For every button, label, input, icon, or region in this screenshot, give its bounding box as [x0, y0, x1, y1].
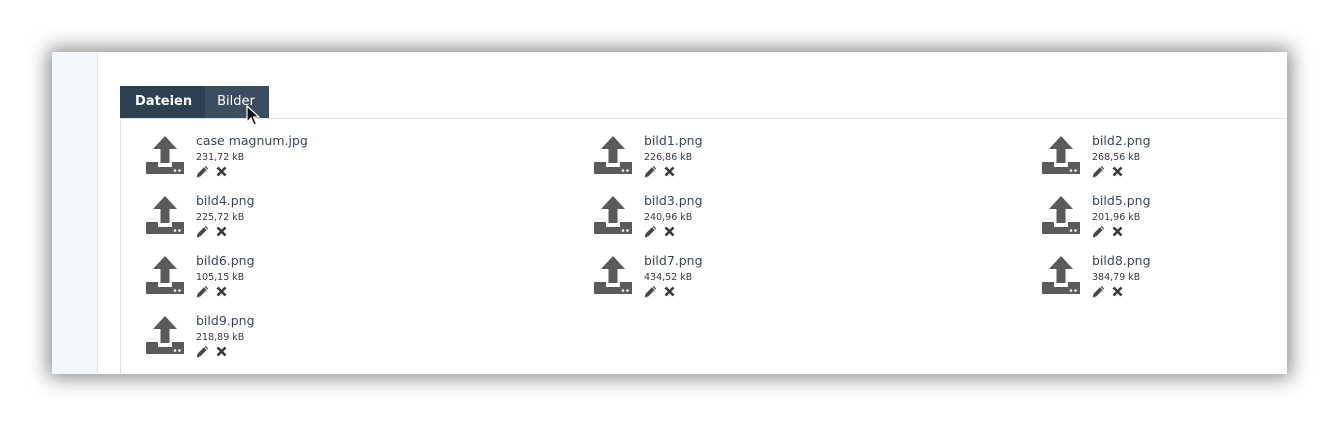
file-name[interactable]: bild3.png — [644, 193, 703, 208]
file-name[interactable]: bild1.png — [644, 133, 703, 148]
close-icon[interactable] — [1112, 286, 1123, 297]
file-info: bild2.png 268,56 kB — [1092, 132, 1151, 192]
close-icon[interactable] — [216, 166, 227, 177]
upload-icon[interactable] — [592, 134, 634, 176]
file-name[interactable]: bild8.png — [1092, 253, 1151, 268]
pencil-icon[interactable] — [196, 285, 209, 298]
upload-icon[interactable] — [144, 134, 186, 176]
file-actions — [1092, 165, 1151, 178]
file-actions — [196, 165, 308, 178]
file-size: 105,15 kB — [196, 272, 245, 283]
file-actions — [196, 285, 255, 298]
file-size: 218,89 kB — [196, 332, 245, 343]
sidebar-strip — [52, 52, 98, 374]
file-size: 225,72 kB — [196, 212, 245, 223]
mouse-pointer-icon — [246, 105, 260, 126]
file-size: 231,72 kB — [196, 152, 245, 163]
close-icon[interactable] — [664, 286, 675, 297]
file-name[interactable]: bild5.png — [1092, 193, 1151, 208]
file-item: bild9.png 218,89 kB — [144, 312, 592, 372]
file-name[interactable]: bild9.png — [196, 313, 255, 328]
file-actions — [1092, 225, 1151, 238]
file-actions — [196, 225, 255, 238]
pencil-icon[interactable] — [644, 285, 657, 298]
upload-icon[interactable] — [144, 314, 186, 356]
file-actions — [1092, 285, 1151, 298]
tab-divider — [120, 118, 1287, 119]
pencil-icon[interactable] — [644, 165, 657, 178]
file-size: 201,96 kB — [1092, 212, 1141, 223]
file-name[interactable]: case magnum.jpg — [196, 133, 308, 148]
file-item: case magnum.jpg 231,72 kB — [144, 132, 592, 192]
file-item: bild2.png 268,56 kB — [1040, 132, 1284, 192]
pencil-icon[interactable] — [1092, 285, 1105, 298]
file-manager-window: Dateien Bilder case magnum.jpg 231,72 kB — [52, 52, 1287, 374]
file-actions — [644, 165, 703, 178]
file-item: bild4.png 225,72 kB — [144, 192, 592, 252]
file-item: bild1.png 226,86 kB — [592, 132, 1040, 192]
file-name[interactable]: bild2.png — [1092, 133, 1151, 148]
close-icon[interactable] — [1112, 166, 1123, 177]
file-actions — [644, 285, 703, 298]
file-info: bild8.png 384,79 kB — [1092, 252, 1151, 312]
close-icon[interactable] — [1112, 226, 1123, 237]
file-size: 240,96 kB — [644, 212, 693, 223]
file-info: bild4.png 225,72 kB — [196, 192, 255, 252]
pencil-icon[interactable] — [1092, 165, 1105, 178]
file-info: bild9.png 218,89 kB — [196, 312, 255, 372]
file-actions — [644, 225, 703, 238]
file-info: bild6.png 105,15 kB — [196, 252, 255, 312]
upload-icon[interactable] — [144, 194, 186, 236]
pencil-icon[interactable] — [196, 225, 209, 238]
file-item: bild7.png 434,52 kB — [592, 252, 1040, 312]
upload-icon[interactable] — [592, 254, 634, 296]
upload-icon[interactable] — [592, 194, 634, 236]
file-item: bild6.png 105,15 kB — [144, 252, 592, 312]
close-icon[interactable] — [216, 226, 227, 237]
file-name[interactable]: bild7.png — [644, 253, 703, 268]
upload-icon[interactable] — [1040, 134, 1082, 176]
pencil-icon[interactable] — [1092, 225, 1105, 238]
file-info: case magnum.jpg 231,72 kB — [196, 132, 308, 192]
file-actions — [196, 345, 255, 358]
file-name[interactable]: bild6.png — [196, 253, 255, 268]
file-size: 434,52 kB — [644, 272, 693, 283]
file-size: 226,86 kB — [644, 152, 693, 163]
upload-icon[interactable] — [1040, 254, 1082, 296]
close-icon[interactable] — [216, 286, 227, 297]
file-name[interactable]: bild4.png — [196, 193, 255, 208]
file-grid: case magnum.jpg 231,72 kB bild1.png 226,… — [144, 132, 1284, 372]
pencil-icon[interactable] — [196, 345, 209, 358]
file-item: bild5.png 201,96 kB — [1040, 192, 1284, 252]
upload-icon[interactable] — [144, 254, 186, 296]
close-icon[interactable] — [664, 226, 675, 237]
content-border — [120, 118, 121, 374]
file-size: 384,79 kB — [1092, 272, 1141, 283]
file-size: 268,56 kB — [1092, 152, 1141, 163]
close-icon[interactable] — [664, 166, 675, 177]
pencil-icon[interactable] — [644, 225, 657, 238]
close-icon[interactable] — [216, 346, 227, 357]
file-info: bild3.png 240,96 kB — [644, 192, 703, 252]
file-info: bild7.png 434,52 kB — [644, 252, 703, 312]
upload-icon[interactable] — [1040, 194, 1082, 236]
file-item: bild3.png 240,96 kB — [592, 192, 1040, 252]
pencil-icon[interactable] — [196, 165, 209, 178]
file-item: bild8.png 384,79 kB — [1040, 252, 1284, 312]
file-info: bild1.png 226,86 kB — [644, 132, 703, 192]
file-info: bild5.png 201,96 kB — [1092, 192, 1151, 252]
tab-dateien[interactable]: Dateien — [120, 86, 206, 118]
